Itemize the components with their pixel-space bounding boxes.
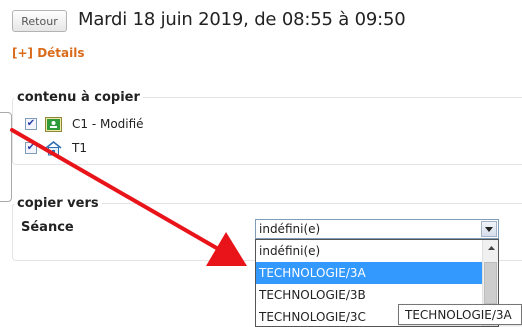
seance-select[interactable]: indéfini(e) — [255, 219, 499, 239]
seance-select-value: indéfini(e) — [259, 222, 321, 236]
left-panel-fragment — [0, 112, 12, 202]
scrollbar-thumb[interactable] — [484, 262, 497, 304]
c1-checkbox[interactable]: ✔ — [25, 118, 37, 130]
dropdown-option[interactable]: TECHNOLOGIE/3B — [256, 284, 483, 306]
content-item-c1[interactable]: ✔ C1 - Modifié — [25, 115, 144, 133]
scroll-up-icon[interactable] — [483, 240, 498, 256]
back-button[interactable]: Retour — [12, 10, 67, 32]
chevron-down-icon[interactable] — [481, 221, 497, 237]
t1-label: T1 — [72, 141, 87, 155]
content-item-t1[interactable]: ✔ T1 — [25, 139, 87, 157]
content-to-copy-legend: contenu à copier — [17, 90, 140, 105]
c1-label: C1 - Modifié — [72, 117, 144, 131]
dropdown-option-highlighted[interactable]: TECHNOLOGIE/3A — [256, 262, 483, 284]
t1-checkbox[interactable]: ✔ — [25, 142, 37, 154]
option-tooltip: TECHNOLOGIE/3A — [398, 304, 522, 325]
dropdown-option[interactable]: indéfini(e) — [256, 240, 483, 262]
home-icon — [45, 140, 62, 156]
seance-label: Séance — [21, 220, 74, 235]
course-icon — [45, 116, 62, 132]
session-date-title: Mardi 18 juin 2019, de 08:55 à 09:50 — [78, 9, 406, 30]
copy-to-legend: copier vers — [17, 196, 99, 211]
details-toggle-link[interactable]: [+] Détails — [12, 46, 85, 60]
